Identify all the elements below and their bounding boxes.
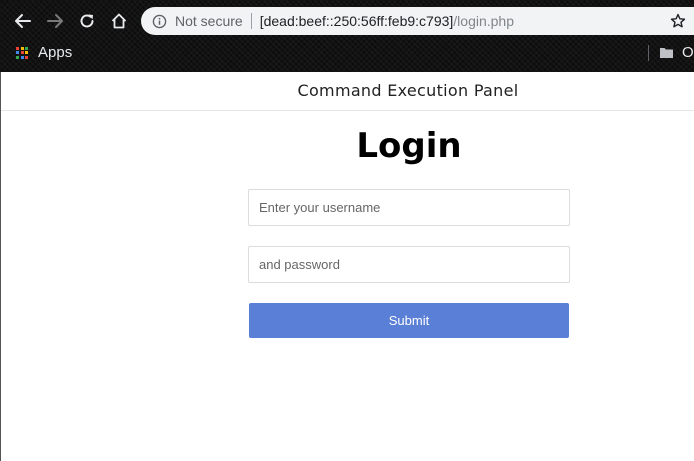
page-content: Command Execution Panel Login Submit bbox=[0, 72, 694, 461]
url-path: /login.php bbox=[453, 13, 514, 29]
home-icon bbox=[111, 13, 127, 29]
apps-label: Apps bbox=[38, 44, 73, 61]
bookmark-star-icon[interactable] bbox=[670, 13, 686, 32]
address-bar[interactable]: Not secure [dead:beef::250:56ff:feb9:c79… bbox=[141, 7, 694, 35]
username-input[interactable] bbox=[248, 189, 570, 226]
bookmarks-divider bbox=[648, 44, 649, 61]
info-icon[interactable] bbox=[151, 13, 167, 29]
page-header: Command Execution Panel bbox=[1, 72, 694, 111]
url-host: [dead:beef::250:56ff:feb9:c793] bbox=[259, 13, 454, 29]
forward-arrow-icon bbox=[47, 14, 63, 28]
address-separator bbox=[250, 13, 252, 29]
folder-icon bbox=[660, 48, 673, 58]
back-arrow-icon bbox=[15, 14, 31, 28]
apps-shortcut[interactable]: Apps bbox=[16, 44, 72, 61]
forward-button[interactable] bbox=[43, 9, 67, 33]
reload-button[interactable] bbox=[75, 9, 99, 33]
bookmarks-bar: Apps O bbox=[0, 42, 694, 64]
apps-grid-icon bbox=[16, 46, 28, 59]
browser-toolbar: Not secure [dead:beef::250:56ff:feb9:c79… bbox=[0, 0, 694, 42]
submit-button[interactable]: Submit bbox=[249, 303, 569, 338]
panel-title: Command Execution Panel bbox=[297, 81, 519, 100]
back-button[interactable] bbox=[11, 9, 35, 33]
home-button[interactable] bbox=[107, 9, 131, 33]
password-input[interactable] bbox=[248, 246, 570, 283]
other-bookmarks-label: O bbox=[682, 44, 694, 61]
browser-chrome: Not secure [dead:beef::250:56ff:feb9:c79… bbox=[0, 0, 694, 72]
login-heading: Login bbox=[356, 126, 462, 166]
reload-icon bbox=[80, 14, 94, 28]
other-bookmarks[interactable]: O bbox=[648, 44, 694, 61]
security-label[interactable]: Not secure bbox=[175, 13, 243, 29]
